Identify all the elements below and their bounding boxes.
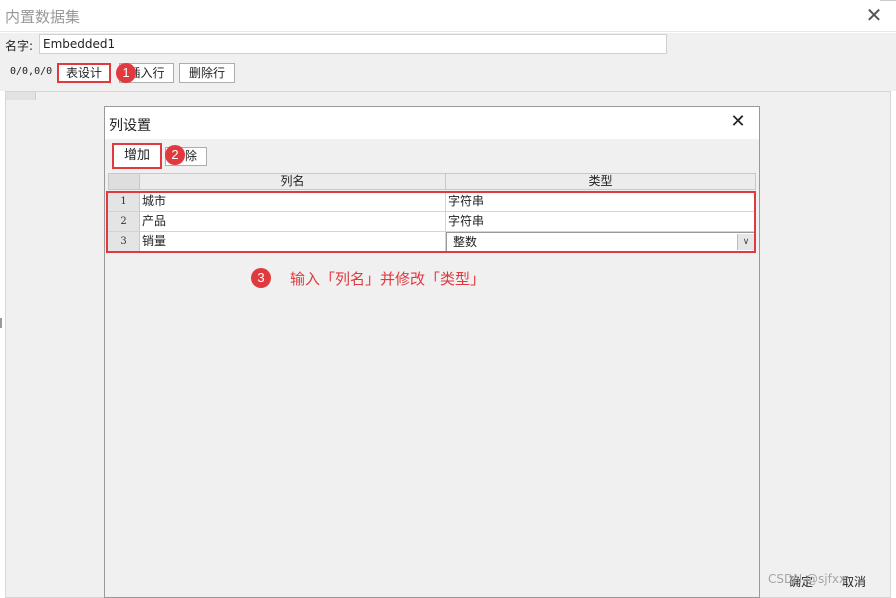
step-badge-3: 3 (251, 268, 271, 288)
name-input[interactable] (39, 34, 667, 54)
row-number: 2 (108, 212, 140, 232)
column-type-cell[interactable]: 字符串 (446, 212, 756, 232)
outer-close-icon[interactable]: ✕ (862, 4, 886, 28)
column-grid-body: 1 城市 字符串 2 产品 字符串 3 销量 整数 ∨ (108, 192, 756, 254)
column-grid-header: 列名 类型 (108, 173, 756, 190)
header-corner (108, 173, 140, 190)
delete-row-button[interactable]: 删除行 (179, 63, 235, 83)
column-type-value: 整数 (453, 235, 478, 249)
column-type-cell[interactable]: 字符串 (446, 192, 756, 212)
table-row[interactable]: 3 销量 整数 ∨ (108, 232, 756, 252)
column-settings-titlebar: 列设置 ✕ (105, 107, 759, 139)
column-name-cell[interactable]: 城市 (140, 192, 446, 212)
position-indicator: 0/0,0/0 (10, 66, 53, 77)
outer-dialog-title: 内置数据集 (5, 8, 81, 26)
header-column-name[interactable]: 列名 (140, 173, 446, 190)
table-row[interactable]: 1 城市 字符串 (108, 192, 756, 212)
column-settings-title: 列设置 (109, 118, 151, 134)
column-name-cell[interactable]: 产品 (140, 212, 446, 232)
step3-instruction: 输入「列名」并修改「类型」 (290, 270, 486, 288)
name-label: 名字: (5, 39, 34, 53)
row-number: 3 (108, 232, 140, 252)
name-row: 名字: (0, 33, 896, 55)
step-badge-2: 2 (165, 145, 185, 165)
column-type-select[interactable]: 整数 ∨ (446, 232, 756, 252)
header-column-type[interactable]: 类型 (446, 173, 756, 190)
table-row[interactable]: 2 产品 字符串 (108, 212, 756, 232)
add-column-button[interactable]: 增加 (112, 143, 162, 169)
chevron-down-icon[interactable]: ∨ (737, 234, 754, 250)
column-name-cell[interactable]: 销量 (140, 232, 446, 252)
outer-grid-corner (6, 92, 36, 100)
watermark: CSDN @sjfxx (768, 572, 847, 586)
column-settings-toolbar: 增加 除 (105, 139, 759, 171)
table-design-button[interactable]: 表设计 (57, 63, 111, 83)
column-grid: 列名 类型 1 城市 字符串 2 产品 字符串 3 销量 整数 ∨ (105, 171, 759, 597)
outer-dialog-titlebar: 内置数据集 ✕ (0, 0, 896, 32)
cancel-button[interactable]: 取消 (842, 573, 882, 593)
left-edge-mark (0, 318, 2, 328)
step-badge-1: 1 (116, 63, 136, 83)
row-number: 1 (108, 192, 140, 212)
column-settings-dialog: 列设置 ✕ 增加 除 列名 类型 1 城市 字符串 2 产品 字符串 3 销量 (104, 106, 760, 598)
title-edge-mark (880, 0, 896, 5)
inner-close-icon[interactable]: ✕ (727, 112, 749, 134)
